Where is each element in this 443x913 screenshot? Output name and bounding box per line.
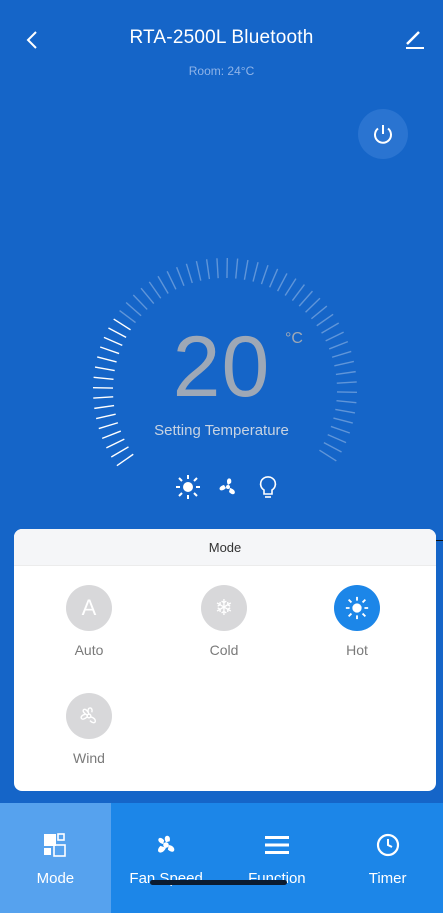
tab-function[interactable]: Function [222,803,333,913]
tab-timer[interactable]: Timer [332,803,443,913]
tab-timer-label: Timer [368,870,407,887]
tab-mode[interactable]: Mode [0,803,111,913]
dial-tick [269,268,279,288]
dial-tick [166,271,177,290]
dial-tick [95,413,116,420]
dial-tick [310,305,328,320]
mode-options: A Auto ❄ Cold Hot Wind [14,565,436,791]
dial-tick [175,266,185,287]
temperature-unit: °C [285,330,303,347]
dial-tick [185,263,193,284]
dial-tick [284,278,297,296]
power-button[interactable] [358,109,408,159]
snowflake-icon: ❄ [201,585,247,631]
sun-icon [173,472,203,502]
dial-tick [235,258,239,279]
dial-tick [157,275,169,294]
dial-tick [125,302,142,317]
auto-icon: A [66,585,112,631]
power-icon [374,125,392,144]
temperature-display: 20 °C [0,322,443,412]
dial-tick [132,294,148,310]
fan-icon [213,472,243,502]
bulb-icon [253,472,283,502]
edit-icon [406,31,424,49]
dial-tick [298,290,313,307]
mode-auto-label: Auto [74,642,104,658]
mode-auto[interactable]: A Auto [39,585,139,658]
setting-temperature-value: 20 [172,319,271,415]
home-indicator[interactable] [150,880,287,885]
mode-cold-label: Cold [209,642,239,658]
edit-button[interactable] [401,24,429,52]
sun-icon [334,585,380,631]
dial-tick [323,441,342,453]
room-temperature: Room: 24°C [188,64,255,78]
device-title: RTA-2500L Bluetooth [129,27,314,48]
bottom-tab-bar: Mode Fan Speed Function Timer [0,803,443,913]
mode-hot[interactable]: Hot [307,585,407,658]
mode-panel-title: Mode [14,529,436,566]
mode-wind[interactable]: Wind [39,693,139,766]
clock-icon [376,833,399,857]
menu-icon [264,836,289,854]
mode-cold[interactable]: ❄ Cold [174,585,274,658]
dial-tick [119,310,136,324]
mode-hot-label: Hot [346,642,368,658]
dial-tick [205,259,211,280]
dial-tick [252,262,259,282]
dial-tick [260,264,269,285]
mode-wind-label: Wind [73,750,105,766]
dial-tick [305,297,321,313]
mode-grid-icon [44,833,67,857]
dial-tick [110,446,129,458]
dial-tick [319,449,337,462]
dial-tick [243,259,249,280]
fan-icon [158,835,175,853]
dial-tick [116,453,134,467]
mode-panel: Mode A Auto ❄ Cold Hot Wind [14,529,436,791]
dial-tick [291,284,305,301]
tab-mode-label: Mode [36,870,75,887]
status-icons [173,470,283,504]
dial-tick [148,281,162,299]
top-bar: RTA-2500L Bluetooth Room: 24°C [0,0,443,90]
dial-tick [276,273,288,292]
dial-tick [195,260,202,281]
dial-tick [216,258,219,279]
tab-fan-speed[interactable]: Fan Speed [111,803,222,913]
dial-tick [106,438,125,449]
fan-icon [66,693,112,739]
dial-tick [140,287,155,305]
setting-temperature-label: Setting Temperature [154,422,289,439]
